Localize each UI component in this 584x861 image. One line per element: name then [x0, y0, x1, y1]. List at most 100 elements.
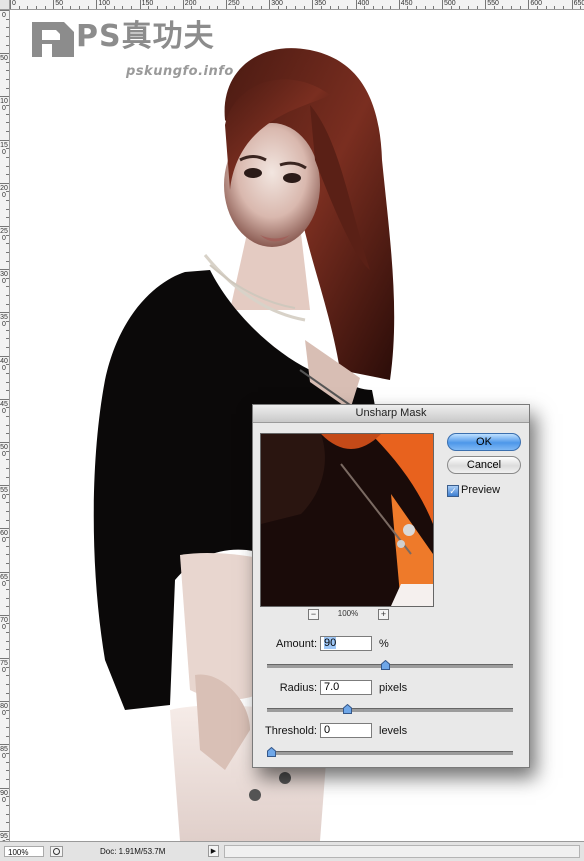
ruler-tick	[6, 424, 9, 426]
ruler-tick	[6, 632, 9, 634]
threshold-unit: levels	[379, 725, 408, 737]
ruler-tick	[6, 588, 9, 590]
ruler-tick	[372, 6, 374, 9]
ruler-tick	[165, 6, 167, 9]
ruler-tick	[346, 6, 348, 9]
ruler-tick	[191, 6, 193, 9]
dialog-title[interactable]: Unsharp Mask	[253, 405, 529, 423]
ruler-tick	[6, 511, 9, 513]
ruler-tick	[148, 6, 150, 9]
ruler-tick	[0, 787, 9, 789]
amount-input[interactable]: 90	[320, 636, 372, 651]
ruler-tick	[6, 709, 9, 711]
ruler-tick	[381, 6, 383, 9]
ruler-tick	[226, 0, 227, 9]
status-menu-icon[interactable]	[50, 846, 63, 857]
ruler-tick	[6, 130, 9, 132]
ruler-tick	[6, 70, 9, 72]
ruler-tick	[269, 0, 271, 9]
ruler-tick	[217, 6, 219, 9]
ruler-tick	[0, 744, 9, 746]
ruler-tick	[234, 6, 236, 9]
ruler-tick	[6, 329, 9, 331]
ruler-tick	[6, 208, 9, 210]
ruler-tick	[467, 6, 469, 9]
ruler-tick	[6, 234, 9, 236]
ruler-tick	[6, 467, 9, 469]
ruler-tick	[511, 6, 513, 9]
ruler-tick	[6, 770, 9, 772]
ruler-tick	[6, 761, 9, 763]
ruler-tick	[6, 519, 9, 521]
ruler-tick	[312, 0, 314, 9]
radius-slider-thumb[interactable]	[342, 704, 352, 714]
ruler-tick	[416, 6, 418, 9]
ruler-tick	[6, 295, 9, 297]
preview-image	[261, 434, 433, 606]
ruler-tick	[6, 27, 9, 29]
cancel-button[interactable]: Cancel	[447, 456, 521, 474]
ruler-tick	[6, 813, 9, 815]
ruler-tick	[6, 165, 9, 167]
radius-slider[interactable]	[267, 704, 513, 714]
status-arrow-button[interactable]: ▶	[208, 845, 219, 857]
amount-slider-thumb[interactable]	[380, 660, 390, 670]
ruler-tick	[6, 260, 9, 262]
ruler-tick	[6, 251, 9, 253]
vertical-ruler[interactable]: 0 50 100 150 200 250 300 350 400 450 500 550 600 650 7…	[0, 10, 10, 841]
ruler-tick	[70, 6, 72, 9]
ruler-tick	[390, 6, 392, 9]
ruler-tick	[10, 0, 11, 9]
ruler-tick	[6, 338, 9, 340]
ruler-tick	[407, 6, 409, 9]
ruler-tick	[286, 6, 288, 9]
zoom-field[interactable]: 100%	[4, 846, 44, 857]
preview-checkbox[interactable]: ✓	[447, 485, 459, 497]
ruler-tick	[6, 753, 9, 755]
filter-preview[interactable]	[260, 433, 434, 607]
ruler-tick	[554, 6, 556, 9]
radius-input[interactable]: 7.0	[320, 680, 372, 695]
ruler-tick	[27, 6, 29, 9]
ruler-tick	[442, 0, 443, 9]
watermark-logo-text: PS真功夫	[76, 19, 215, 54]
ruler-tick	[156, 6, 158, 9]
ruler-tick	[6, 778, 9, 780]
horizontal-scrollbar[interactable]	[224, 845, 580, 858]
ruler-tick	[6, 79, 9, 81]
ruler-tick	[459, 6, 461, 9]
ruler-tick	[79, 6, 81, 9]
ruler-tick	[6, 796, 9, 798]
ruler-tick	[174, 6, 176, 9]
ruler-tick	[53, 0, 55, 9]
zoom-in-button[interactable]: +	[378, 609, 389, 620]
ruler-tick	[35, 6, 37, 9]
ruler-tick	[571, 0, 573, 9]
amount-slider[interactable]	[267, 660, 513, 670]
ruler-tick	[6, 156, 9, 158]
watermark: PS真功夫 pskungfo.info	[24, 12, 254, 82]
ok-button[interactable]: OK	[447, 433, 521, 451]
ruler-tick	[6, 18, 9, 20]
zoom-out-button[interactable]: −	[308, 609, 319, 620]
threshold-slider[interactable]	[267, 747, 513, 757]
ruler-tick	[6, 718, 9, 720]
ruler-tick	[580, 6, 582, 9]
ruler-tick	[6, 606, 9, 608]
ruler-tick	[6, 407, 9, 409]
horizontal-ruler[interactable]: 050100150200250300350400450500550600650	[10, 0, 584, 10]
ruler-tick	[277, 6, 279, 9]
ruler-origin[interactable]	[0, 0, 10, 10]
threshold-input[interactable]: 0	[320, 723, 372, 738]
ruler-tick	[96, 0, 98, 9]
ruler-tick	[243, 6, 245, 9]
ruler-tick	[493, 6, 495, 9]
ruler-tick	[105, 6, 107, 9]
ruler-tick	[113, 6, 115, 9]
threshold-slider-thumb[interactable]	[267, 747, 276, 757]
ruler-tick	[6, 562, 9, 564]
ruler-tick	[6, 597, 9, 599]
ruler-tick	[6, 554, 9, 556]
ruler-tick	[6, 416, 9, 418]
ruler-tick	[450, 6, 452, 9]
